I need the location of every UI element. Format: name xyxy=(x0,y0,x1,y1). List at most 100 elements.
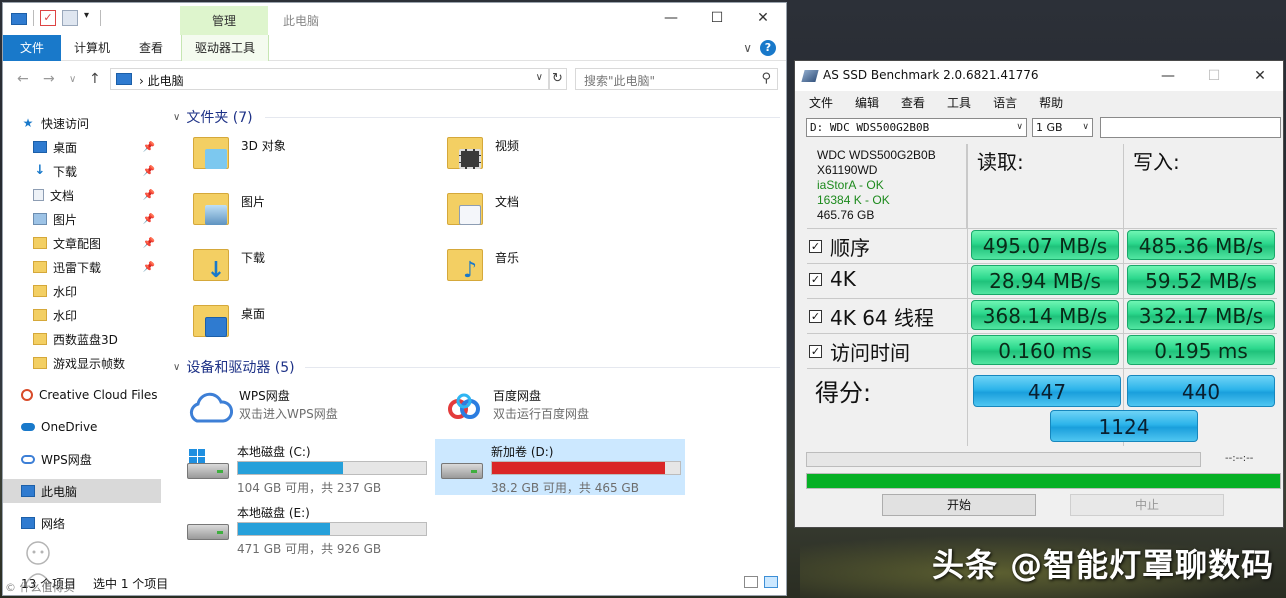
menu-tools[interactable]: 工具 xyxy=(947,91,971,115)
manage-context-tab[interactable]: 管理 xyxy=(180,6,268,35)
4k-read-result: 28.94 MB/s xyxy=(971,265,1119,295)
view-toggle xyxy=(744,576,778,588)
folder-item-pictures[interactable]: 图片 xyxy=(191,189,431,239)
tab-view[interactable]: 查看 xyxy=(130,35,172,61)
pc-icon xyxy=(116,73,132,85)
pin-icon[interactable]: 📌 xyxy=(143,142,155,153)
sidebar-item-folder[interactable]: 西数蓝盘3D xyxy=(3,327,161,351)
menu-view[interactable]: 查看 xyxy=(901,91,925,115)
maximize-button[interactable]: ☐ xyxy=(1191,61,1237,91)
new-folder-icon[interactable] xyxy=(62,10,78,26)
pin-icon[interactable]: 📌 xyxy=(143,238,155,249)
pin-icon[interactable]: 📌 xyxy=(143,214,155,225)
sidebar-item-desktop[interactable]: 桌面 📌 xyxy=(3,135,161,159)
customize-toolbar-icon[interactable]: ▾ xyxy=(84,10,94,26)
checkbox[interactable]: ✓ xyxy=(809,345,822,358)
details-view-icon[interactable] xyxy=(744,576,758,588)
ribbon-tabs: 文件 计算机 查看 驱动器工具 ∨ ? xyxy=(3,35,786,61)
drive-select[interactable]: D: WDC WDS500G2B0B ∨ xyxy=(806,118,1027,137)
maximize-button[interactable]: ☐ xyxy=(694,3,740,33)
forward-arrow-icon[interactable]: → xyxy=(43,71,55,87)
sidebar-item-folder[interactable]: 水印 xyxy=(3,279,161,303)
recent-locations-icon[interactable]: ∨ xyxy=(69,74,76,85)
as-ssd-window: AS SSD Benchmark 2.0.6821.41776 — ☐ ✕ 文件… xyxy=(794,60,1284,528)
pin-icon[interactable]: 📌 xyxy=(143,262,155,273)
folder-item-music[interactable]: ♪ 音乐 xyxy=(445,245,685,295)
folder-item-documents[interactable]: 文档 xyxy=(445,189,685,239)
sidebar-item-wps-cloud[interactable]: WPS网盘 xyxy=(3,447,161,471)
large-icons-view-icon[interactable] xyxy=(764,576,778,588)
up-arrow-icon[interactable]: ↑ xyxy=(89,71,101,87)
properties-icon[interactable]: ✓ xyxy=(40,10,56,26)
chevron-down-icon[interactable]: ∨ xyxy=(173,362,180,373)
sidebar-item-folder[interactable]: 迅雷下载 📌 xyxy=(3,255,161,279)
sidebar-item-network[interactable]: 网络 xyxy=(3,511,161,535)
search-input[interactable]: 搜索"此电脑" ⚲ xyxy=(575,68,778,90)
wps-cloud-item[interactable]: WPS网盘 双击进入WPS网盘 xyxy=(183,385,433,431)
test-row-4k-64-threads[interactable]: ✓ 4K 64 线程 xyxy=(809,302,934,331)
tab-computer[interactable]: 计算机 xyxy=(65,35,119,61)
help-icon[interactable]: ? xyxy=(760,40,776,56)
sidebar-item-quick-access[interactable]: ★ 快速访问 xyxy=(3,111,161,135)
pin-icon[interactable]: 📌 xyxy=(143,190,155,201)
drive-item-d[interactable]: 新加卷 (D:) 38.2 GB 可用，共 465 GB xyxy=(435,439,685,495)
folder-item-downloads[interactable]: ↓ 下载 xyxy=(191,245,431,295)
back-arrow-icon[interactable]: ← xyxy=(17,71,29,87)
size-select[interactable]: 1 GB ∨ xyxy=(1032,118,1093,137)
row-divider xyxy=(807,228,1277,229)
desktop-icon xyxy=(33,141,47,153)
sidebar-item-creative-cloud[interactable]: Creative Cloud Files xyxy=(3,383,161,407)
abort-button[interactable]: 中止 xyxy=(1070,494,1224,516)
test-row-4k[interactable]: ✓ 4K xyxy=(809,267,856,291)
row-divider xyxy=(807,333,1277,334)
close-button[interactable]: ✕ xyxy=(740,3,786,33)
minimize-button[interactable]: — xyxy=(648,3,694,33)
checkbox[interactable]: ✓ xyxy=(809,272,822,286)
chevron-down-icon[interactable]: ∨ xyxy=(743,41,752,55)
sidebar-item-folder[interactable]: 游戏显示帧数 xyxy=(3,351,161,375)
4k64-read-result: 368.14 MB/s xyxy=(971,300,1119,330)
chevron-down-icon[interactable]: ∨ xyxy=(173,112,180,123)
sidebar-item-folder[interactable]: 文章配图 📌 xyxy=(3,231,161,255)
notes-input[interactable] xyxy=(1100,117,1281,138)
baidu-cloud-icon xyxy=(448,393,480,419)
sidebar-item-folder[interactable]: 水印 xyxy=(3,303,161,327)
test-row-access-time[interactable]: ✓ 访问时间 xyxy=(809,337,910,366)
folder-item-videos[interactable]: 视频 xyxy=(445,133,685,183)
sidebar-item-downloads[interactable]: ↓ 下载 📌 xyxy=(3,159,161,183)
search-icon[interactable]: ⚲ xyxy=(761,71,771,86)
breadcrumb-item[interactable]: 此电脑 xyxy=(148,74,184,88)
drive-item-e[interactable]: 本地磁盘 (E:) 471 GB 可用，共 926 GB xyxy=(181,500,431,556)
pin-icon[interactable]: 📌 xyxy=(143,166,155,177)
sidebar-item-pictures[interactable]: 图片 📌 xyxy=(3,207,161,231)
tab-file[interactable]: 文件 xyxy=(3,35,61,61)
sidebar-item-documents[interactable]: 文档 📌 xyxy=(3,183,161,207)
sidebar-item-this-pc[interactable]: 此电脑 xyxy=(3,479,161,503)
sidebar-item-onedrive[interactable]: OneDrive xyxy=(3,415,161,439)
folder-item-desktop[interactable]: 桌面 xyxy=(191,301,431,351)
baidu-cloud-item[interactable]: 百度网盘 双击运行百度网盘 xyxy=(437,385,687,431)
breadcrumb[interactable]: › 此电脑 xyxy=(139,72,184,89)
minimize-button[interactable]: — xyxy=(1145,61,1191,91)
folder-item-3d-objects[interactable]: 3D 对象 xyxy=(191,133,431,183)
devices-section-header[interactable]: ∨ 设备和驱动器 (5) xyxy=(173,357,295,377)
start-button[interactable]: 开始 xyxy=(882,494,1036,516)
pc-icon xyxy=(21,485,35,497)
as-ssd-titlebar: AS SSD Benchmark 2.0.6821.41776 — ☐ ✕ xyxy=(795,61,1283,91)
chevron-down-icon[interactable]: ∨ xyxy=(536,72,543,83)
checkbox[interactable]: ✓ xyxy=(809,240,822,253)
menu-edit[interactable]: 编辑 xyxy=(855,91,879,115)
test-row-sequential[interactable]: ✓ 顺序 xyxy=(809,232,870,261)
drive-select-value: D: WDC WDS500G2B0B xyxy=(810,121,930,134)
tab-drive-tools[interactable]: 驱动器工具 xyxy=(181,35,269,61)
menu-language[interactable]: 语言 xyxy=(993,91,1017,115)
close-button[interactable]: ✕ xyxy=(1237,61,1283,91)
refresh-button[interactable]: ↻ xyxy=(548,68,567,90)
menu-file[interactable]: 文件 xyxy=(809,91,833,115)
cloud-description: 双击运行百度网盘 xyxy=(493,407,590,421)
drive-item-c[interactable]: 本地磁盘 (C:) 104 GB 可用，共 237 GB xyxy=(181,439,431,495)
menu-help[interactable]: 帮助 xyxy=(1039,91,1063,115)
folders-section-header[interactable]: ∨ 文件夹 (7) xyxy=(173,107,253,127)
address-bar[interactable]: › 此电脑 ∨ xyxy=(110,68,550,90)
checkbox[interactable]: ✓ xyxy=(809,310,822,323)
